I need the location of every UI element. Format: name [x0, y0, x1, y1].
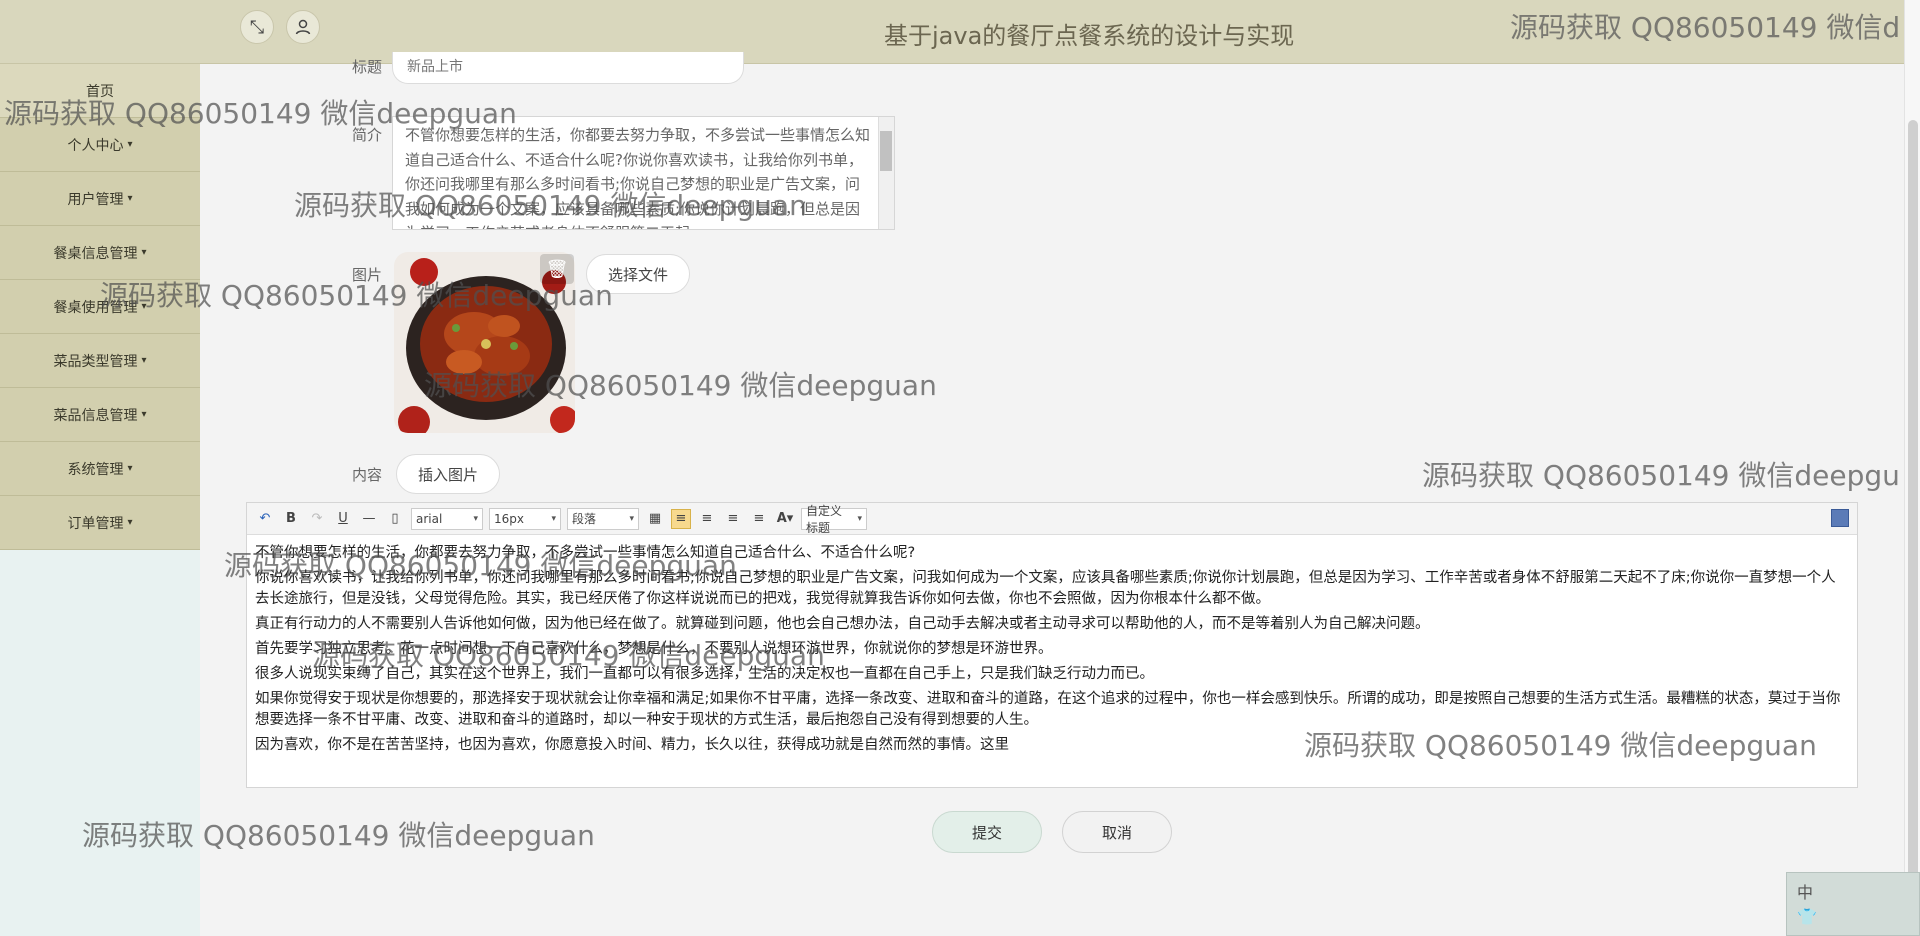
- align-justify-icon[interactable]: ≡: [749, 509, 769, 529]
- trash-icon[interactable]: 🗑: [540, 254, 574, 284]
- desc-textarea[interactable]: 不管你想要怎样的生活，你都要去努力争取，不多尝试一些事情怎么知道自己适合什么、不…: [392, 116, 895, 230]
- align-left-icon[interactable]: ≡: [671, 508, 691, 529]
- font-color-icon[interactable]: A▾: [775, 509, 795, 529]
- bold-icon[interactable]: B: [281, 509, 301, 529]
- custom-title-value: 自定义标题: [806, 503, 843, 535]
- watermark-top: 源码获取 QQ86050149 微信d: [1510, 11, 1901, 44]
- paragraph-value: 段落: [572, 512, 597, 526]
- align-center-icon[interactable]: ≡: [697, 509, 717, 529]
- sidebar-menu: 首页 个人中心 ▾ 用户管理 ▾ 餐桌信息管理 ▾ 餐桌使用管理 ▾ 菜品类型管理 ▾ 菜品信息管理 ▾…: [0, 64, 200, 550]
- editor-paragraph: 首先要学习独立思考。花一点时间想一下自己喜欢什么，梦想是什么，不要别人说想环游世…: [255, 641, 1053, 657]
- caret-down-icon: ▾: [127, 193, 133, 204]
- sidebar: 首页 个人中心 ▾ 用户管理 ▾ 餐桌信息管理 ▾ 餐桌使用管理 ▾ 菜品类型管理 ▾ 菜品信息管理 ▾…: [0, 64, 200, 936]
- sidebar-item[interactable]: 首页: [0, 64, 200, 118]
- table-icon[interactable]: ▦: [645, 509, 665, 529]
- sidebar-item-label: 系统管理: [67, 461, 124, 478]
- editor-paragraph: 真正有行动力的人不需要别人告诉他如何做，因为他已经在做了。就算碰到问题，他也会自…: [255, 616, 1430, 632]
- rich-text-editor: ↶ B ↷ U — ▯ arial ▾ 16px ▾ 段落 ▾ ▦ ≡ ≡ ≡ ≡ A…: [246, 502, 1858, 788]
- sidebar-item-label: 订单管理: [67, 515, 124, 532]
- paragraph-select[interactable]: 段落 ▾: [567, 507, 639, 530]
- custom-title-select[interactable]: 自定义标题 ▾: [801, 504, 867, 535]
- chevron-down-icon: ▾: [629, 513, 634, 524]
- sidebar-item[interactable]: 餐桌使用管理 ▾: [0, 280, 200, 334]
- sidebar-item[interactable]: 用户管理 ▾: [0, 172, 200, 226]
- redo-icon[interactable]: ↷: [307, 509, 327, 529]
- editor-paragraph: 不管你想要怎样的生活，你都要去努力争取，不多尝试一些事情怎么知道自己适合什么、不…: [255, 545, 916, 561]
- document-icon[interactable]: ▯: [385, 509, 405, 529]
- submit-button[interactable]: 提交: [932, 811, 1042, 853]
- sidebar-item[interactable]: 系统管理 ▾: [0, 442, 200, 496]
- editor-content[interactable]: 不管你想要怎样的生活，你都要去努力争取，不多尝试一些事情怎么知道自己适合什么、不…: [247, 535, 1857, 768]
- sidebar-item[interactable]: 订单管理 ▾: [0, 496, 200, 550]
- align-right-icon[interactable]: ≡: [723, 509, 743, 529]
- font-size-value: 16px: [494, 511, 524, 526]
- user-icon[interactable]: [286, 10, 320, 44]
- desc-text: 不管你想要怎样的生活，你都要去努力争取，不多尝试一些事情怎么知道自己适合什么、不…: [405, 126, 871, 229]
- editor-paragraph: 你说你喜欢读书，让我给你列书单，你还问我哪里有那么多时间看书;你说自己梦想的职业…: [255, 570, 1836, 607]
- font-size-select[interactable]: 16px ▾: [489, 507, 561, 530]
- sidebar-item-label: 用户管理: [67, 191, 124, 208]
- undo-icon[interactable]: ↶: [255, 509, 275, 529]
- caret-down-icon: ▾: [127, 463, 133, 474]
- sidebar-item-label: 餐桌使用管理: [53, 299, 138, 316]
- editor-paragraph: 如果你觉得安于现状是你想要的，那选择安于现状就会让你幸福和满足;如果你不甘平庸，…: [255, 691, 1841, 728]
- title-label: 标题: [352, 58, 383, 76]
- caret-down-icon: ▾: [141, 301, 147, 312]
- fullscreen-icon[interactable]: ⤡: [240, 10, 274, 44]
- shirt-icon: 👕: [1797, 907, 1817, 926]
- content-label: 内容: [352, 466, 383, 484]
- chevron-down-icon: ▾: [857, 513, 862, 524]
- font-family-select[interactable]: arial ▾: [411, 507, 483, 530]
- font-family-value: arial: [416, 511, 443, 526]
- ime-language-label: 中: [1797, 883, 1814, 902]
- underline-icon[interactable]: U: [333, 509, 353, 529]
- sidebar-item-label: 餐桌信息管理: [53, 245, 138, 262]
- sidebar-item[interactable]: 个人中心 ▾: [0, 118, 200, 172]
- caret-down-icon: ▾: [127, 139, 133, 150]
- insert-image-button[interactable]: 插入图片: [396, 454, 500, 494]
- caret-down-icon: ▾: [141, 409, 147, 420]
- caret-down-icon: ▾: [141, 355, 147, 366]
- fullscreen-editor-icon[interactable]: [1831, 509, 1849, 527]
- sidebar-item-label: 菜品类型管理: [53, 353, 138, 370]
- caret-down-icon: ▾: [141, 247, 147, 258]
- app-title: 基于java的餐厅点餐系统的设计与实现: [884, 22, 1295, 50]
- title-input[interactable]: 新品上市: [392, 52, 744, 84]
- ime-widget[interactable]: 中 👕: [1786, 872, 1920, 936]
- image-label: 图片: [352, 266, 383, 284]
- sidebar-item[interactable]: 菜品信息管理 ▾: [0, 388, 200, 442]
- watermark: 源码获取 QQ86050149 微信deepgu: [1422, 459, 1900, 492]
- editor-paragraph: 很多人说现实束缚了自己，其实在这个世界上，我们一直都可以有很多选择，生活的决定权…: [255, 666, 1154, 682]
- page-scrollbar[interactable]: [1904, 0, 1920, 936]
- sidebar-item-label: 个人中心: [67, 137, 124, 154]
- sidebar-item-label: 菜品信息管理: [53, 407, 138, 424]
- choose-file-button[interactable]: 选择文件: [586, 254, 690, 294]
- sidebar-item[interactable]: 菜品类型管理 ▾: [0, 334, 200, 388]
- sidebar-item[interactable]: 餐桌信息管理 ▾: [0, 226, 200, 280]
- cancel-button[interactable]: 取消: [1062, 811, 1172, 853]
- sidebar-item-label: 首页: [86, 83, 114, 100]
- editor-paragraph: 因为喜欢，你不是在苦苦坚持，也因为喜欢，你愿意投入时间、精力，长久以往，获得成功…: [255, 737, 1009, 753]
- chevron-down-icon: ▾: [473, 513, 478, 524]
- horizontal-rule-icon[interactable]: —: [359, 509, 379, 529]
- caret-down-icon: ▾: [127, 517, 133, 528]
- desc-label: 简介: [352, 126, 383, 144]
- desc-scrollbar[interactable]: [878, 117, 894, 229]
- editor-toolbar: ↶ B ↷ U — ▯ arial ▾ 16px ▾ 段落 ▾ ▦ ≡ ≡ ≡ ≡ A…: [247, 503, 1857, 535]
- chevron-down-icon: ▾: [551, 513, 556, 524]
